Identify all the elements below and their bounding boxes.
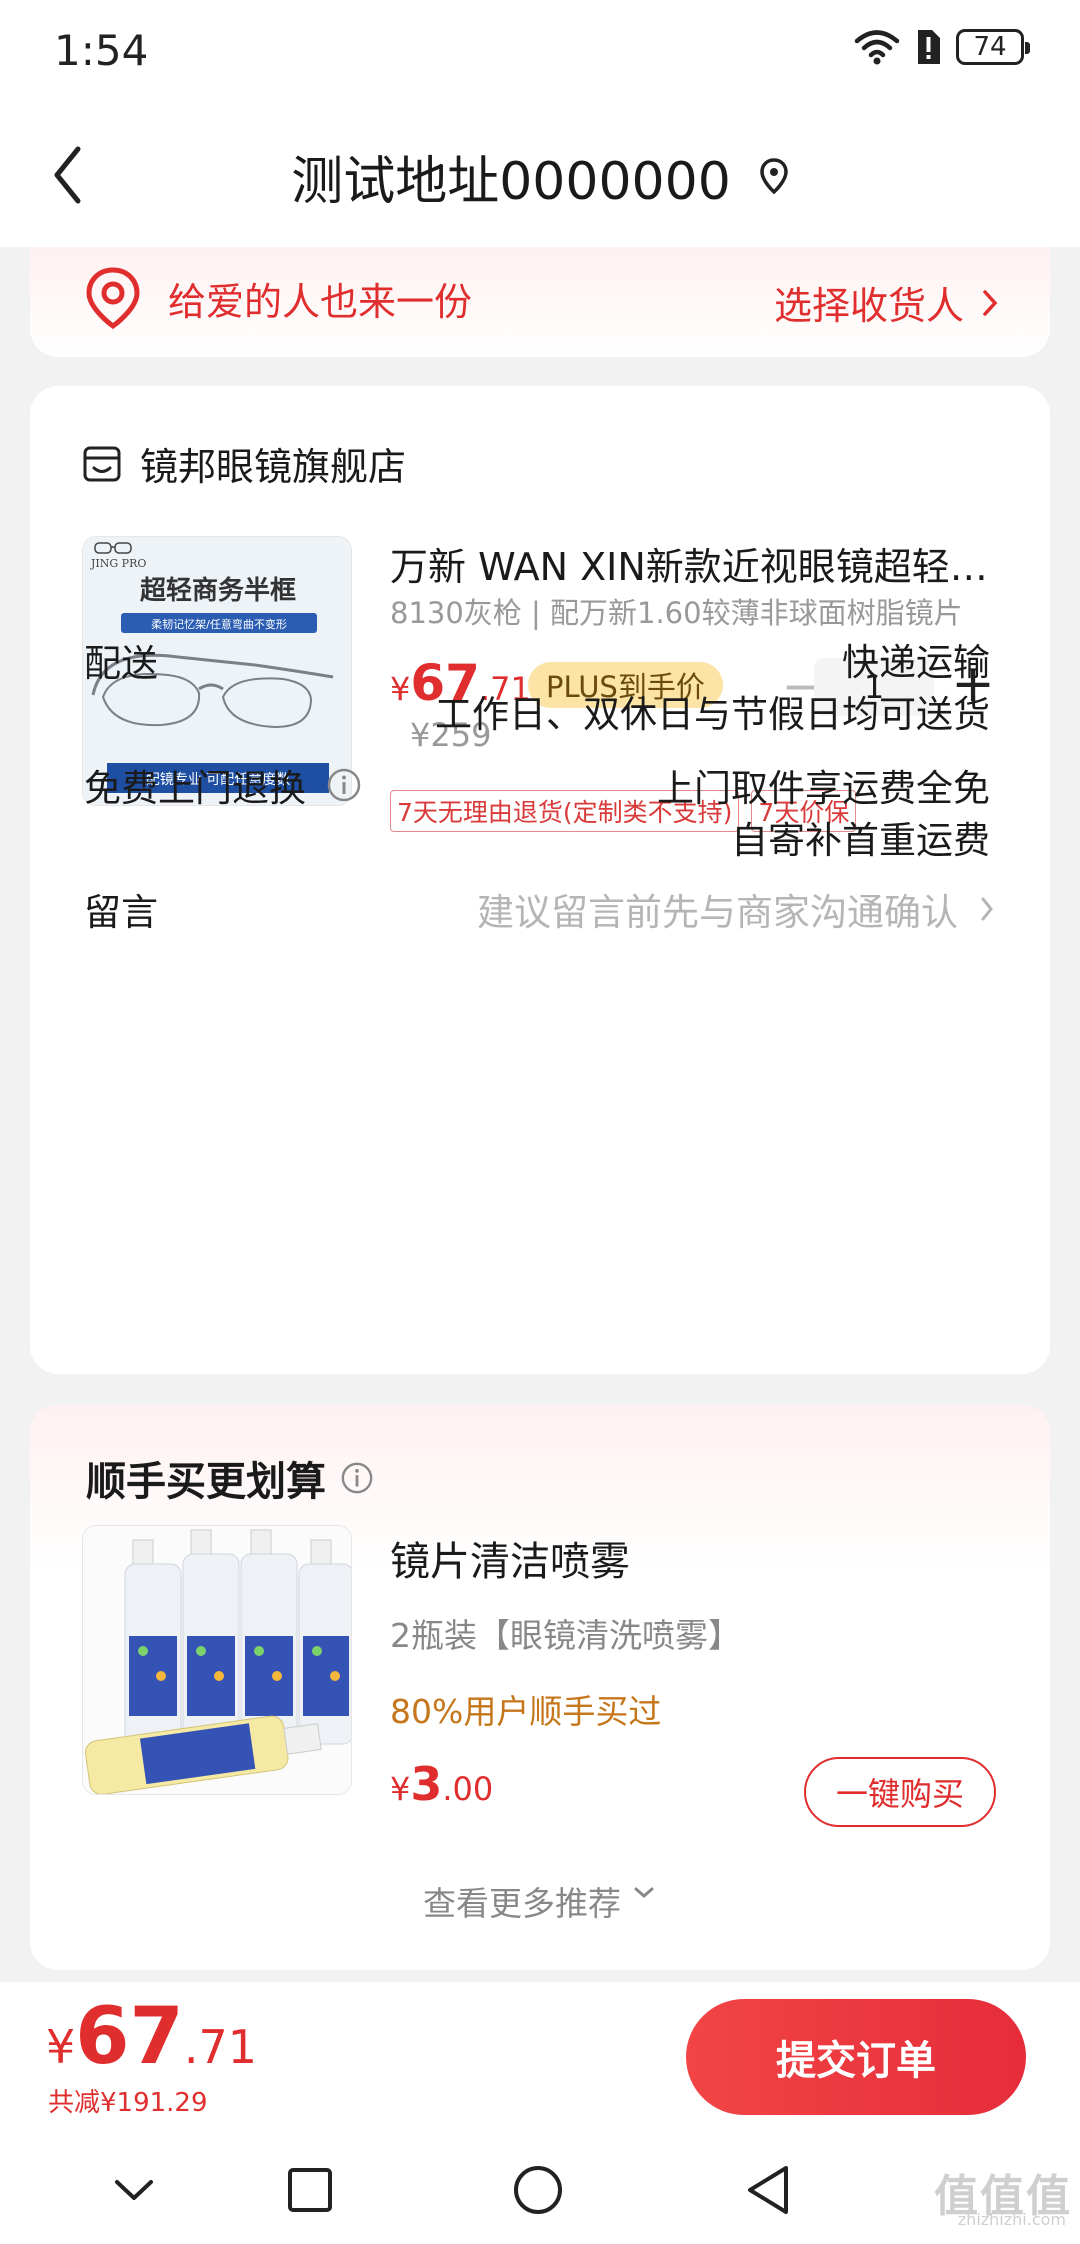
return-service-selfsend: 自寄补首重运费 [731, 819, 990, 862]
total-saved: 共减¥191.29 [48, 2088, 208, 2118]
image-brand-text: JING PRO [90, 557, 146, 570]
see-more-label: 查看更多推荐 [423, 1884, 621, 1923]
wifi-icon [854, 30, 900, 65]
chevron-down-icon [634, 1887, 654, 1898]
price-symbol: ¥ [390, 670, 411, 708]
recommend-social-proof: 80%用户顺手买过 [390, 1692, 662, 1731]
delivery-time[interactable]: 工作日、双休日与节假日均可送货 [435, 684, 990, 738]
sim-alert-icon [918, 30, 940, 64]
spray-bottles-art [83, 1526, 351, 1794]
chevron-right-icon [981, 897, 993, 921]
see-more-recommend[interactable]: 查看更多推荐 [30, 1877, 1050, 1925]
total-price: ¥ 67 .71 [46, 1992, 257, 2082]
gift-banner-left: 给爱的人也来一份 [84, 267, 472, 329]
recommend-price: ¥ 3 .00 [390, 1757, 493, 1811]
location-pin-icon [760, 158, 788, 194]
nav-hide-button[interactable] [104, 2160, 164, 2220]
page-title: 测试地址0000000 [291, 151, 731, 212]
delivery-label: 配送 [84, 642, 158, 685]
recommend-price-decimal: .00 [442, 1770, 494, 1808]
total-price-symbol: ¥ [46, 2020, 76, 2074]
square-icon [288, 2168, 332, 2212]
battery-indicator: 74 [956, 29, 1030, 65]
delivery-method[interactable]: 快递运输 [842, 632, 990, 686]
product-spec[interactable]: 8130灰枪 | 配万新1.60较薄非球面树脂镜片 [390, 590, 990, 632]
info-icon[interactable] [340, 1461, 374, 1495]
recommend-card: 顺手买更划算 镜片清洁喷雾 2瓶装【眼镜清洗喷雾】 80%用户顺手买过 ¥ 3 … [30, 1405, 1050, 1970]
location-pin-red-icon [86, 267, 140, 329]
info-icon[interactable] [326, 767, 362, 803]
recommend-product-image[interactable] [82, 1525, 352, 1795]
total-price-integer: 67 [75, 1992, 184, 2082]
nav-home-button[interactable] [508, 2160, 568, 2220]
nav-recents-button[interactable] [280, 2160, 340, 2220]
chevron-right-icon [983, 289, 998, 316]
triangle-back-icon [748, 2166, 788, 2214]
one-click-buy-button[interactable]: 一键购买 [804, 1757, 996, 1827]
store-header[interactable]: 镜邦眼镜旗舰店 [82, 436, 406, 491]
return-service-pickup: 上门取件享运费全免 [657, 767, 990, 810]
choose-recipient-link[interactable]: 选择收货人 [774, 275, 998, 330]
image-headline: 超轻商务半框 [140, 575, 296, 606]
back-button[interactable] [52, 135, 112, 215]
recommend-price-integer: 3 [410, 1757, 443, 1811]
product-title[interactable]: 万新 WAN XIN新款近视眼镜超轻商务半框 [390, 536, 990, 591]
image-sub: 柔韧记忆架/任意弯曲不变形 [151, 617, 287, 631]
nav-back-button[interactable] [738, 2160, 798, 2220]
message-field[interactable]: 建议留言前先与商家沟通确认 [477, 882, 994, 936]
recommend-product-spec: 2瓶装【眼镜清洗喷雾】 [390, 1616, 741, 1655]
circle-icon [514, 2166, 562, 2214]
status-icons: 74 [854, 28, 1030, 66]
chevron-down-icon [115, 2180, 153, 2200]
recommend-title: 顺手买更划算 [86, 1459, 326, 1505]
recommend-price-symbol: ¥ [390, 1770, 411, 1808]
choose-recipient-label: 选择收货人 [773, 284, 964, 328]
system-nav-bar [0, 2132, 1080, 2244]
return-service-label: 免费上门退换 [84, 767, 306, 810]
header: 测试地址0000000 [0, 105, 1080, 247]
message-label: 留言 [84, 891, 158, 934]
recommend-header: 顺手买更划算 [86, 1449, 374, 1507]
store-name: 镜邦眼镜旗舰店 [140, 445, 407, 489]
header-title-wrap[interactable]: 测试地址0000000 [0, 105, 1080, 247]
checkout-bar: ¥ 67 .71 共减¥191.29 提交订单 [0, 1982, 1080, 2132]
chevron-left-icon [54, 146, 81, 204]
store-icon [83, 446, 121, 481]
gift-address-banner[interactable]: 给爱的人也来一份 选择收货人 [30, 247, 1050, 357]
total-price-decimal: .71 [183, 2020, 257, 2074]
recommend-product-name[interactable]: 镜片清洁喷雾 [390, 1529, 630, 1587]
status-time: 1:54 [54, 26, 149, 75]
return-service-label-group: 免费上门退换 [84, 758, 362, 812]
status-bar: 1:54 74 [0, 0, 1080, 105]
watermark-url: zhizhizhi.com [957, 2210, 1066, 2229]
message-placeholder: 建议留言前先与商家沟通确认 [477, 891, 958, 934]
store-order-card: 镜邦眼镜旗舰店 JING PRO 超轻商务半框 柔韧记忆架/任意弯曲不变形 配镜… [30, 386, 1050, 1374]
submit-order-button[interactable]: 提交订单 [686, 1999, 1026, 2115]
gift-banner-text: 给爱的人也来一份 [168, 279, 473, 324]
